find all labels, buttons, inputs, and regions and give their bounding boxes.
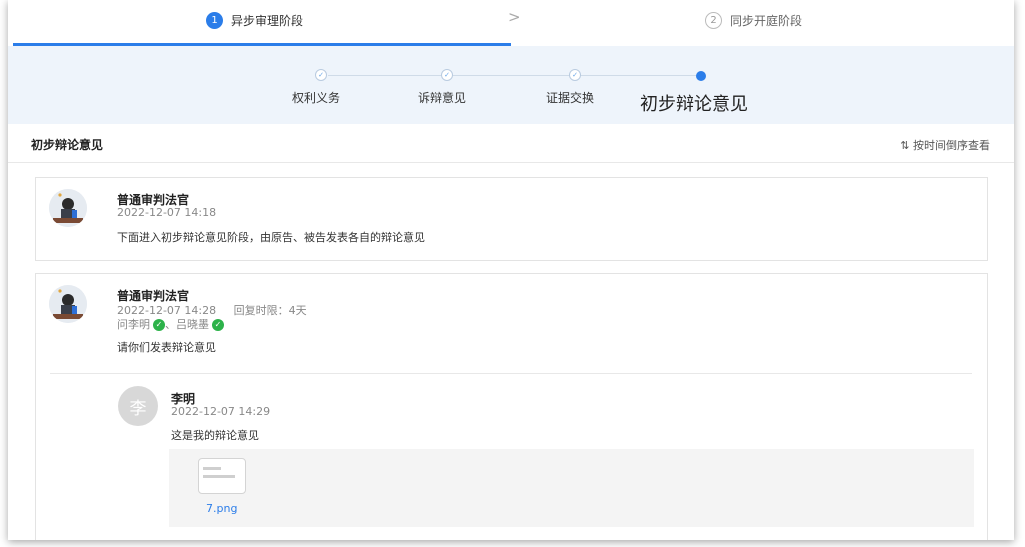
message-text: 请你们发表辩论意见 [117, 341, 216, 354]
step-label-rights[interactable]: 权利义务 [292, 89, 340, 106]
step-done-check-icon: ✓ [441, 69, 453, 81]
app-frame: 1 异步审理阶段 > 2 同步开庭阶段 ✓ 权利义务 ✓ 诉辩意见 ✓ 证据交换… [8, 0, 1014, 540]
asked-party-label: 问李明 [117, 318, 150, 331]
phase-number-badge: 2 [705, 11, 722, 29]
attachment-thumbnail[interactable] [198, 458, 246, 494]
sort-by-time-button[interactable]: ⇅ 按时间倒序查看 [900, 137, 990, 153]
step-connector-line [328, 75, 698, 76]
asked-party-label: 、吕晓墨 [165, 318, 209, 331]
phase-number-badge: 1 [206, 11, 223, 29]
message-time: 2022-12-07 14:18 [117, 206, 217, 219]
judge-avatar [49, 189, 87, 227]
attachment-filename-link[interactable]: 7.png [206, 502, 237, 515]
reply-time: 2022-12-07 14:29 [171, 405, 271, 418]
step-label-pleadings[interactable]: 诉辩意见 [418, 89, 466, 106]
reply-text: 这是我的辩论意见 [171, 429, 259, 442]
chevron-right-icon: > [508, 8, 521, 26]
step-label-evidence[interactable]: 证据交换 [546, 89, 594, 106]
replied-check-icon: ✓ [153, 319, 165, 331]
message-card: 普通审判法官 2022-12-07 14:18 下面进入初步辩论意见阶段，由原告… [35, 177, 988, 261]
sub-step-progress: ✓ 权利义务 ✓ 诉辩意见 ✓ 证据交换 初步辩论意见 [8, 46, 1014, 124]
message-card: 普通审判法官 2022-12-07 14:28 回复时限：4天 问李明 ✓ 、吕晓墨… [35, 273, 988, 540]
step-current-dot-icon [696, 71, 706, 81]
phase-bar: 1 异步审理阶段 > 2 同步开庭阶段 [8, 0, 1014, 46]
judge-avatar [49, 285, 87, 323]
step-done-check-icon: ✓ [569, 69, 581, 81]
section-title: 初步辩论意见 [31, 138, 104, 152]
step-label-debate[interactable]: 初步辩论意见 [640, 90, 748, 116]
step-done-check-icon: ✓ [315, 69, 327, 81]
user-avatar: 李 [118, 386, 158, 426]
section-header: 初步辩论意见 ⇅ 按时间倒序查看 [8, 124, 1014, 163]
phase-tab-sync[interactable]: 2 同步开庭阶段 [705, 10, 802, 30]
phase-tab-async[interactable]: 1 异步审理阶段 [206, 10, 303, 30]
phase-label: 异步审理阶段 [231, 13, 304, 28]
phase-label: 同步开庭阶段 [730, 13, 803, 28]
reply-divider [50, 373, 972, 374]
message-text: 下面进入初步辩论意见阶段，由原告、被告发表各自的辩论意见 [117, 231, 425, 244]
asked-parties: 问李明 ✓ 、吕晓墨 ✓ [117, 316, 224, 332]
attachment-area: 7.png [169, 449, 974, 527]
replied-check-icon: ✓ [212, 319, 224, 331]
reply-deadline: 回复时限：4天 [233, 304, 307, 317]
